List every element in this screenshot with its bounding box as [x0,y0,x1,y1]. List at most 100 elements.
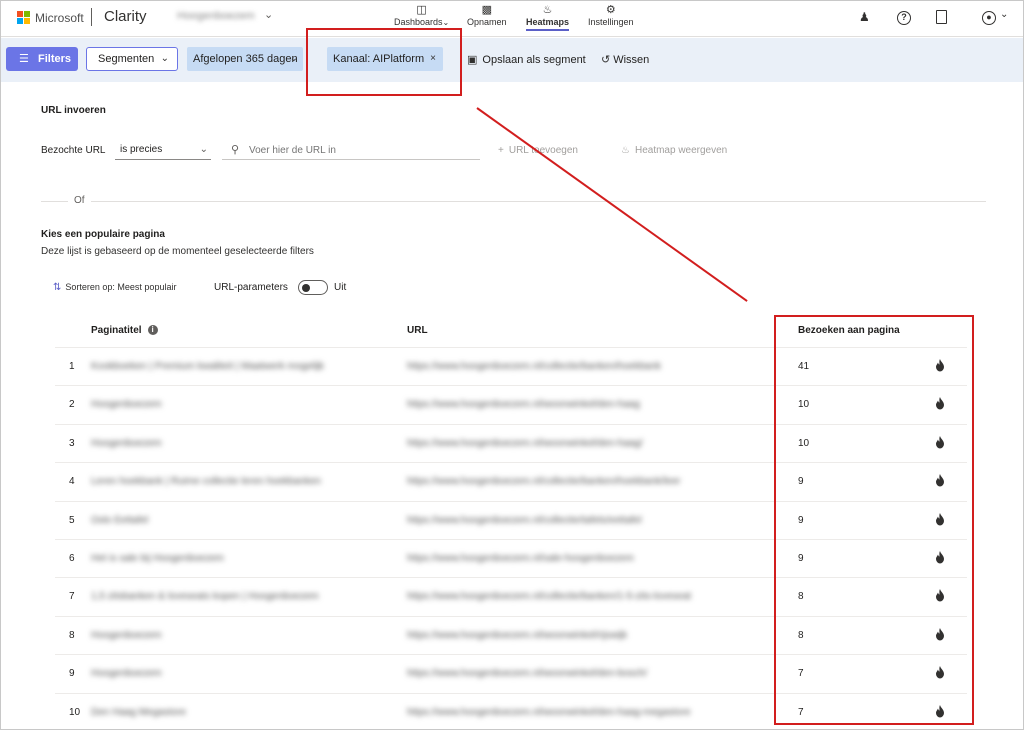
url-parameters-toggle[interactable] [298,280,328,295]
visited-url-label: Bezochte URL [41,145,106,156]
sort-button[interactable]: ⇅ Sorteren op: Meest populair [53,282,176,293]
row-rank: 4 [69,476,75,488]
tab-dashboards[interactable]: ◫ Dashboards⌄ [394,3,449,27]
save-segment-button[interactable]: ▣ Opslaan als segment [467,53,586,66]
row-page-title[interactable]: Hoogenboezem [91,399,162,410]
row-rank: 10 [69,706,81,718]
annotation-highlight-channel [306,28,462,96]
popular-section-title: Kies een populaire pagina [41,229,165,240]
filter-bar: ☰ Filters Segmenten ⌄ Afgelopen 365 dage… [1,38,1023,82]
row-rank: 8 [69,629,75,641]
url-section-title: URL invoeren [41,105,106,116]
column-header-label: Paginatitel [91,325,142,336]
column-header-title[interactable]: Paginatitel i [91,325,158,336]
annotation-arrow-line [476,107,748,302]
row-rank: 6 [69,553,75,564]
app-window: Microsoft Clarity Hoogenboezem ⌄ ◫ Dashb… [0,0,1024,730]
toggle-knob [302,283,310,292]
row-page-title[interactable]: Hoogenboezem [91,438,162,449]
gear-icon: ⚙ [605,4,616,16]
tab-label: Instellingen [588,17,634,27]
segments-dropdown[interactable]: Segmenten ⌄ [86,47,178,71]
top-navigation: Microsoft Clarity Hoogenboezem ⌄ ◫ Dashb… [1,1,1023,37]
row-url[interactable]: https://www.hoogenboezem.nl/woonwinkel/d… [407,707,691,718]
row-url[interactable]: https://www.hoogenboezem.nl/woonwinkel/r… [407,630,627,641]
clear-button[interactable]: ↺ Wissen [601,53,649,66]
tab-label: Dashboards [394,17,443,27]
chevron-down-icon: ⌄ [160,53,169,64]
help-icon[interactable]: ? [897,11,911,25]
account-icon[interactable]: ● [982,11,996,25]
filter-icon: ☰ [19,53,29,65]
row-page-title[interactable]: Hoogenboezem [91,668,162,679]
filters-button[interactable]: ☰ Filters [6,47,78,71]
operator-value: is precies [120,144,163,155]
row-page-title[interactable]: Oslo Eettafel [91,515,148,526]
chevron-down-icon: ⌄ [289,53,298,64]
row-page-title[interactable]: Den Haag Megastore [91,707,186,718]
row-rank: 1 [69,361,75,372]
tab-heatmaps[interactable]: ♨ Heatmaps [526,3,570,31]
show-heatmap-label: Heatmap weergeven [634,145,728,156]
video-camera-icon: ▩ [481,4,492,16]
row-rank: 3 [69,437,75,449]
chevron-down-icon: ⌄ [199,144,208,155]
sort-label: Sorteren op: Meest populair [65,282,177,292]
save-segment-label: Opslaan als segment [482,54,586,66]
app-title[interactable]: Clarity [104,8,147,25]
row-page-title[interactable]: Het is sale bij Hoogenboezem [91,553,224,564]
flame-icon: ♨ [621,145,630,156]
tab-label: Opnamen [467,17,507,27]
row-url[interactable]: https://www.hoogenboezem.nl/collectie/ba… [407,361,661,372]
undo-icon: ↺ [601,54,611,66]
url-parameters-label: URL-parameters [214,282,288,293]
filters-label: Filters [38,53,72,65]
dashboard-icon: ◫ [416,4,427,16]
row-rank: 9 [69,668,75,680]
operator-select[interactable]: is precies ⌄ [115,141,211,160]
row-url[interactable]: https://www.hoogenboezem.nl/collectie/ba… [407,476,681,487]
row-page-title[interactable]: Leren hoekbank | Ruime collectie leren h… [91,476,321,487]
chevron-down-icon: ⌄ [442,18,450,27]
chevron-down-icon[interactable]: ⌄ [264,8,273,21]
chevron-down-icon[interactable]: ⌄ [1000,9,1008,20]
plus-icon: + [498,145,504,156]
row-rank: 5 [69,514,75,526]
segments-label: Segmenten [98,53,155,65]
row-rank: 2 [69,399,75,411]
row-page-title[interactable]: Kookboeken | Premium kwaliteit | Maatwer… [91,361,324,372]
row-url[interactable]: https://www.hoogenboezem.nl/woonwinkel/d… [407,438,643,449]
row-url[interactable]: https://www.hoogenboezem.nl/collectie/ta… [407,515,642,526]
info-icon[interactable]: i [147,325,158,335]
share-people-icon[interactable]: ♟ [859,10,870,24]
url-parameters-state: Uit [334,282,347,293]
or-label: Of [68,195,91,206]
row-page-title[interactable]: Hoogenboezem [91,630,162,641]
save-icon: ▣ [467,54,478,66]
microsoft-logo-icon [17,11,31,25]
popular-description: Deze lijst is gebaseerd op de momenteel … [41,246,314,257]
flame-icon: ♨ [542,4,553,16]
show-heatmap-button[interactable]: ♨ Heatmap weergeven [621,145,727,156]
document-icon[interactable] [936,10,947,24]
tab-settings[interactable]: ⚙ Instellingen [588,3,634,27]
tab-label: Heatmaps [526,17,570,27]
date-range-filter[interactable]: Afgelopen 365 dagen ⌄ [187,47,303,71]
tab-recordings[interactable]: ▩ Opnamen [467,3,507,27]
annotation-highlight-visits [774,315,974,725]
row-url[interactable]: https://www.hoogenboezem.nl/collectie/ba… [407,591,691,602]
date-range-label: Afgelopen 365 dagen [193,53,298,65]
clear-label: Wissen [613,54,650,66]
brand-microsoft: Microsoft [35,11,84,25]
row-page-title[interactable]: 1,5 zitsbanken & loveseats kopen | Hooge… [91,591,319,602]
row-rank: 7 [69,591,75,603]
url-input[interactable] [222,141,480,160]
sort-icon: ⇅ [53,282,62,293]
brand-divider [91,8,92,26]
row-url[interactable]: https://www.hoogenboezem.nl/woonwinkel/d… [407,668,647,679]
row-url[interactable]: https://www.hoogenboezem.nl/woonwinkel/d… [407,399,640,410]
row-url[interactable]: https://www.hoogenboezem.nl/sale-hoogenb… [407,553,634,564]
project-name[interactable]: Hoogenboezem [177,10,261,22]
or-divider [41,201,986,202]
column-header-url[interactable]: URL [407,325,428,336]
